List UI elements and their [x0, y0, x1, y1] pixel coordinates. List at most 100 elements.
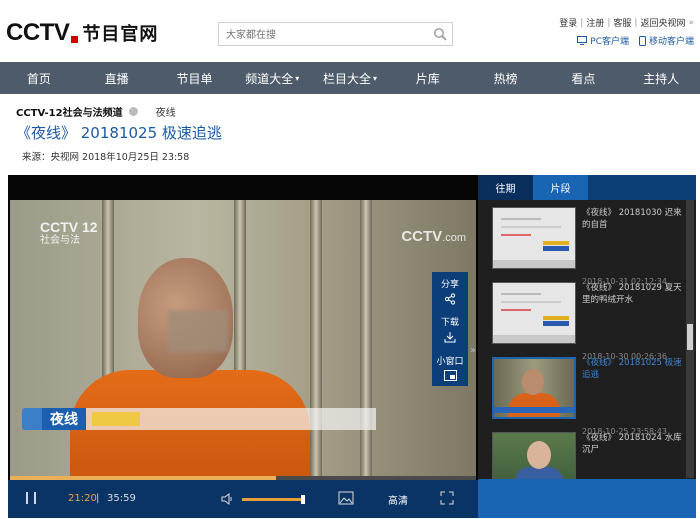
mini-window-label: 小窗口 — [436, 356, 464, 367]
main-nav: 首页 直播 节目单 频道大全 ▾ 栏目大全 ▾ 片库 热榜 看点 主持人 — [0, 62, 700, 94]
logo-red-dot — [71, 35, 79, 43]
watermark-sub: 社会与法 — [40, 235, 80, 246]
channel-link[interactable]: CCTV-12社会与法频道 — [16, 104, 123, 119]
playlist-item[interactable]: 《夜线》 20181029 夏天里的鸭绒开水 2018-10-30 00:26:… — [492, 282, 682, 361]
collapse-playlist-icon[interactable]: » — [470, 345, 476, 356]
separator: | — [634, 17, 638, 28]
nav-item-programs[interactable]: 栏目大全 ▾ — [311, 62, 389, 94]
video-frame[interactable]: CCTV 12 社会与法 CCTV.com 夜线 — [10, 200, 476, 485]
pc-client-label: PC客户端 — [590, 37, 629, 47]
screenshot-icon[interactable] — [338, 491, 354, 505]
separator: | — [607, 17, 611, 28]
watermark-main: CCTV 12 — [40, 219, 98, 235]
tab-clips[interactable]: 片段 — [533, 175, 588, 200]
register-link[interactable]: 注册 — [586, 16, 604, 29]
info-icon[interactable] — [128, 107, 138, 116]
volume-slider[interactable] — [242, 498, 304, 501]
nav-label: 主持人 — [643, 71, 680, 86]
volume-knob[interactable] — [301, 495, 305, 504]
breadcrumb: CCTV-12社会与法频道 夜线 — [16, 104, 176, 119]
nav-item-channels[interactable]: 频道大全 ▾ — [233, 62, 311, 94]
search-icon[interactable] — [433, 27, 447, 41]
tab-past-episodes[interactable]: 往期 — [478, 175, 533, 200]
source-line: 来源：央视网 2018年10月25日 23:58 — [22, 152, 190, 163]
episode-title: 《夜线》 20181030 迟来的自首 — [582, 208, 682, 230]
episode-title: 《夜线》 20181025 极速追逃 — [582, 358, 682, 380]
download-label: 下载 — [440, 318, 459, 328]
mobile-client-link[interactable]: 移动客户端 — [638, 34, 694, 47]
client-links: PC客户端 移动客户端 — [577, 34, 694, 47]
logo-cctv-text: CCTV — [6, 19, 70, 46]
fullscreen-icon[interactable] — [440, 491, 454, 505]
page-title: 《夜线》 20181025 极速追逃 — [16, 124, 222, 142]
volume-icon[interactable] — [220, 492, 234, 506]
download-button[interactable]: 下载 — [432, 310, 468, 348]
logo-program-site-text: 节目官网 — [82, 24, 159, 45]
nav-label: 看点 — [571, 71, 596, 86]
cctv-logo[interactable]: CCTV 节目官网 — [6, 19, 159, 46]
lower-third-logo — [22, 408, 42, 430]
nav-item-home[interactable]: 首页 — [0, 62, 78, 94]
nav-item-hosts[interactable]: 主持人 — [622, 62, 700, 94]
nav-label: 栏目大全 — [323, 71, 372, 86]
pc-client-link[interactable]: PC客户端 — [577, 34, 629, 47]
mobile-client-label: 移动客户端 — [648, 37, 694, 47]
playlist-footer — [478, 479, 696, 518]
watermark-right-suffix: .com — [442, 232, 466, 244]
search-box — [218, 22, 453, 47]
double-chevron-right-icon: » — [688, 17, 694, 28]
nav-item-library[interactable]: 片库 — [389, 62, 467, 94]
support-link[interactable]: 客服 — [613, 16, 631, 29]
face-blur — [168, 310, 228, 352]
nav-item-hot[interactable]: 热榜 — [467, 62, 545, 94]
separator: | — [580, 17, 584, 28]
episode-meta: 《夜线》 20181029 夏天里的鸭绒开水 2018-10-30 00:26:… — [582, 282, 682, 361]
mini-window-icon — [443, 369, 457, 381]
episode-thumbnail — [492, 282, 576, 344]
nav-label: 首页 — [26, 71, 51, 86]
nav-label: 片库 — [415, 71, 440, 86]
nav-label: 热榜 — [493, 71, 518, 86]
episode-title: 《夜线》 20181029 夏天里的鸭绒开水 — [582, 283, 682, 305]
site-header: CCTV 节目官网 登录 | 注册 | 客服 | 返回央视网 » PC客户端 移… — [0, 0, 700, 62]
lower-third: 夜线 — [22, 408, 376, 430]
scrollbar-thumb[interactable] — [687, 324, 693, 350]
search-input[interactable] — [219, 24, 419, 47]
quality-button[interactable]: 高清 — [388, 492, 408, 507]
episode-title: 《夜线》 20181024 水库沉尸 — [582, 433, 682, 455]
nav-item-live[interactable]: 直播 — [78, 62, 156, 94]
nav-label: 频道大全 — [245, 71, 294, 86]
episode-playlist: 往期 片段 《夜线》 20181030 迟来的自首 2018-10-31 02:… — [478, 175, 696, 518]
playlist-item[interactable]: 《夜线》 20181030 迟来的自首 2018-10-31 02:12:34 — [492, 207, 682, 286]
nav-item-schedule[interactable]: 节目单 — [156, 62, 234, 94]
cell-bar — [310, 200, 322, 485]
nav-item-highlights[interactable]: 看点 — [544, 62, 622, 94]
episode-meta: 《夜线》 20181025 极速追逃 2018-10-25 23:58:43 — [582, 357, 682, 436]
playlist-scrollbar[interactable] — [686, 200, 694, 478]
mini-window-button[interactable]: 小窗口 — [432, 348, 468, 386]
watermark-right: CCTV — [401, 228, 443, 245]
monitor-icon — [577, 36, 588, 45]
episode-thumbnail — [492, 357, 576, 419]
total-time: 35:59 — [107, 493, 136, 504]
share-button[interactable]: 分享 — [432, 272, 468, 310]
channel-watermark: CCTV 12 社会与法 — [40, 220, 98, 248]
share-icon — [444, 293, 456, 305]
login-link[interactable]: 登录 — [559, 16, 577, 29]
top-links: 登录 | 注册 | 客服 | 返回央视网 » — [559, 16, 694, 30]
download-icon — [444, 332, 456, 343]
video-player: CCTV 12 社会与法 CCTV.com 夜线 分享 下载 小窗口 » 21:… — [8, 175, 478, 518]
playlist-item-active[interactable]: 《夜线》 20181025 极速追逃 2018-10-25 23:58:43 — [492, 357, 682, 436]
time-separator: | — [96, 493, 100, 504]
return-cctv-link[interactable]: 返回央视网 — [640, 16, 685, 29]
chevron-down-icon: ▾ — [373, 73, 378, 83]
show-link[interactable]: 夜线 — [156, 104, 176, 119]
site-watermark: CCTV.com — [401, 228, 466, 245]
cell-bar — [360, 200, 372, 485]
player-controls: 21:20 | 35:59 高清 — [8, 480, 478, 518]
pause-icon[interactable] — [26, 492, 36, 504]
phone-icon — [638, 35, 646, 46]
player-side-tools: 分享 下载 小窗口 — [432, 272, 468, 386]
share-label: 分享 — [440, 280, 459, 290]
nav-label: 节目单 — [176, 71, 213, 86]
